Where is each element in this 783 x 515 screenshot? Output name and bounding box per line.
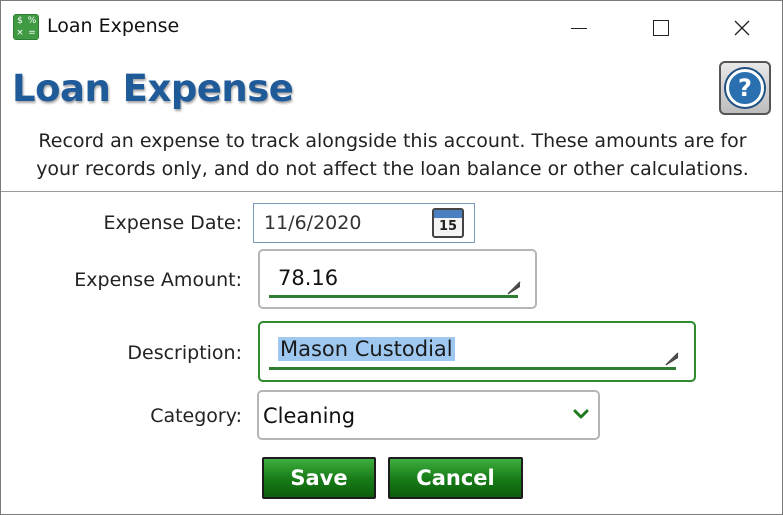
divider <box>1 191 782 192</box>
expense-date-value[interactable]: 11/6/2020 <box>264 212 361 234</box>
expense-amount-label: Expense Amount: <box>74 269 242 291</box>
category-value: Cleaning <box>263 404 356 428</box>
calendar-day: 15 <box>438 219 458 234</box>
page-title: Loan Expense <box>12 67 294 110</box>
expense-date-picker[interactable]: 11/6/2020 15 <box>253 203 475 243</box>
spreadsheet-calculator-icon: $% × = <box>13 14 39 40</box>
resize-grip-icon <box>665 352 679 366</box>
description-text: Record an expense to track alongside thi… <box>36 130 749 180</box>
expense-amount-input[interactable]: 78.16 <box>258 249 537 309</box>
expense-date-label: Expense Date: <box>103 212 242 234</box>
help-button[interactable]: ? <box>719 61 771 115</box>
minimize-icon <box>571 27 587 29</box>
loan-expense-dialog: $% × = Loan Expense Loan Expense ? Record … <box>0 0 783 515</box>
question-mark-icon: ? <box>726 69 764 107</box>
calendar-icon[interactable]: 15 <box>432 208 464 238</box>
description-input[interactable]: Mason Custodial <box>258 321 696 382</box>
maximize-icon <box>653 20 669 36</box>
title-bar[interactable]: $% × = Loan Expense <box>1 1 782 55</box>
close-icon <box>734 20 750 36</box>
expense-amount-value: 78.16 <box>278 266 339 290</box>
resize-grip-icon <box>507 281 521 295</box>
category-label: Category: <box>150 405 242 427</box>
save-button[interactable]: Save <box>262 457 376 499</box>
description-label: Description: <box>127 342 242 364</box>
maximize-button[interactable] <box>620 1 702 55</box>
window-title: Loan Expense <box>47 15 180 37</box>
close-button[interactable] <box>701 1 783 55</box>
minimize-button[interactable] <box>538 1 620 55</box>
cancel-button[interactable]: Cancel <box>388 457 523 499</box>
category-select[interactable]: Cleaning <box>257 390 600 440</box>
description-value: Mason Custodial <box>278 337 455 361</box>
chevron-down-icon[interactable] <box>573 406 589 422</box>
